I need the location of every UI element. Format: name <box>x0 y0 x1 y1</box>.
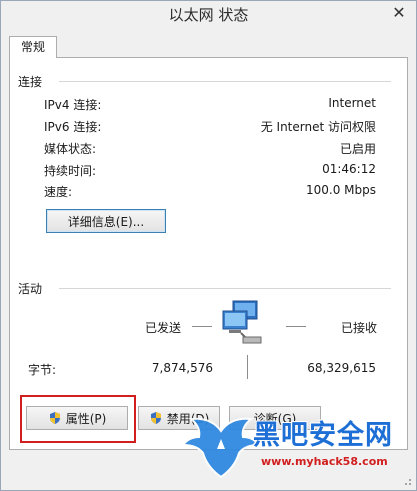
uac-shield-icon <box>150 412 161 424</box>
speed-value: 100.0 Mbps <box>305 183 376 197</box>
general-panel <box>9 57 408 450</box>
ipv4-value: Internet <box>328 96 376 110</box>
ipv6-value: 无 Internet 访问权限 <box>260 120 376 134</box>
watermark-title: 黑吧安全网 <box>253 420 393 451</box>
close-button[interactable]: ✕ <box>387 3 411 23</box>
bytes-received-value: 68,329,615 <box>307 361 376 375</box>
ipv4-label: IPv4 连接: <box>44 98 102 112</box>
window-title: 以太网 状态 <box>168 6 249 24</box>
sent-label: 已发送 <box>145 321 182 335</box>
tab-general[interactable]: 常规 <box>9 36 57 58</box>
bytes-label: 字节: <box>28 363 57 377</box>
ipv6-label: IPv6 连接: <box>44 120 102 134</box>
bytes-divider <box>247 355 248 379</box>
sent-line <box>192 326 212 327</box>
activity-group-title: 活动 <box>18 282 43 296</box>
connection-group-title: 连接 <box>18 75 43 89</box>
details-button[interactable]: 详细信息(E)... <box>46 209 166 233</box>
network-computers-icon <box>222 300 262 344</box>
duration-value: 01:46:12 <box>322 162 376 176</box>
speed-label: 速度: <box>44 185 73 199</box>
bytes-sent-value: 7,874,576 <box>151 361 213 375</box>
title-bar: 以太网 状态 ✕ <box>1 1 416 29</box>
received-line <box>286 326 306 327</box>
watermark-url: www.myhack58.com <box>261 455 388 468</box>
bat-logo-icon <box>181 417 261 479</box>
duration-label: 持续时间: <box>44 164 97 178</box>
media-state-label: 媒体状态: <box>44 142 97 156</box>
activity-divider <box>59 288 391 289</box>
received-label: 已接收 <box>341 321 378 335</box>
connection-divider <box>59 81 391 82</box>
highlight-box <box>20 395 136 443</box>
watermark: 黑吧安全网 www.myhack58.com <box>181 409 417 489</box>
ethernet-status-dialog: 以太网 状态 ✕ 常规 连接 IPv4 连接: Internet IPv6 连接… <box>0 0 417 491</box>
media-state-value: 已启用 <box>339 142 376 156</box>
